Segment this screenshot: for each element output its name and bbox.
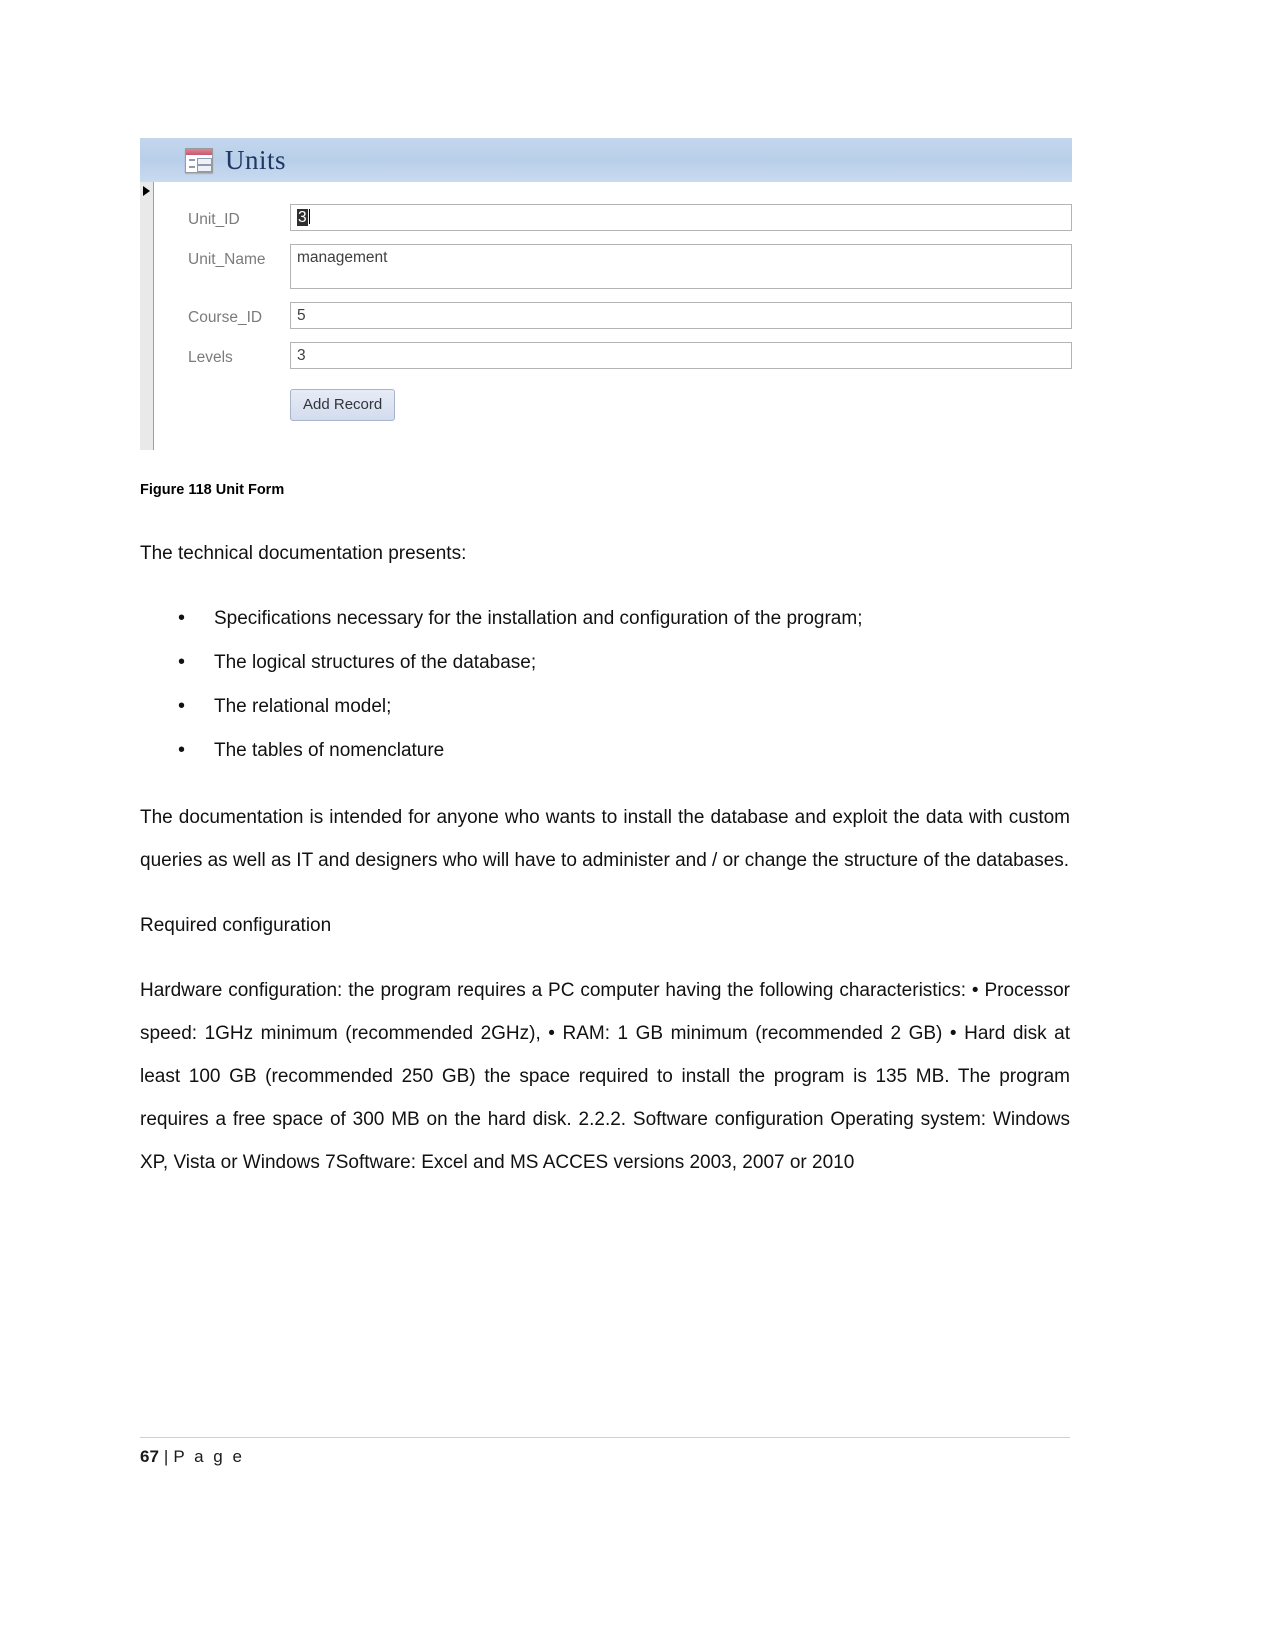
heading-required-configuration: Required configuration: [140, 915, 332, 936]
list-item-text: The relational model;: [214, 696, 392, 717]
text-caret: [308, 209, 310, 224]
record-arrow-icon: [143, 186, 150, 196]
form-button-row: Add Record: [140, 389, 1072, 421]
figure-caption: Figure 118 Unit Form: [140, 482, 285, 498]
bullet-icon: •: [178, 739, 186, 761]
figure-unit-form: Units Unit_ID 3 Unit_Name management Cou…: [140, 138, 1072, 461]
access-form-window: Units Unit_ID 3 Unit_Name management Cou…: [140, 138, 1072, 461]
unit-id-input[interactable]: 3: [290, 204, 1072, 231]
list-item: • The logical structures of the database;: [140, 641, 1070, 684]
field-row-levels: Levels 3: [140, 342, 1072, 369]
form-title: Units: [225, 144, 287, 175]
unit-name-input[interactable]: management: [290, 244, 1072, 289]
unit-id-value: 3: [297, 209, 308, 226]
footer-separator: |: [163, 1447, 169, 1466]
field-row-unit-name: Unit_Name management: [140, 244, 1072, 289]
field-row-course-id: Course_ID 5: [140, 302, 1072, 329]
documentation-bullet-list: • Specifications necessary for the instal…: [140, 597, 1070, 772]
footer-divider: [140, 1437, 1070, 1438]
course-id-input[interactable]: 5: [290, 302, 1072, 329]
list-item-text: The tables of nomenclature: [214, 740, 445, 761]
footer-page-word: P a g e: [173, 1447, 245, 1466]
paragraph-hardware-configuration: Hardware configuration: the program requ…: [140, 980, 1070, 1173]
document-page: Units Unit_ID 3 Unit_Name management Cou…: [0, 0, 1275, 1651]
access-form-icon: [185, 147, 213, 173]
bullet-icon: •: [178, 607, 186, 629]
list-item: • The tables of nomenclature: [140, 729, 1070, 772]
page-number: 67: [140, 1447, 159, 1466]
field-label-unit-id: Unit_ID: [188, 211, 240, 228]
list-item: • The relational model;: [140, 685, 1070, 728]
bullet-icon: •: [178, 695, 186, 717]
field-label-unit-name: Unit_Name: [188, 251, 266, 268]
form-body: Unit_ID 3 Unit_Name management Course_ID…: [140, 182, 1072, 461]
document-body: The technical documentation presents: • S…: [140, 532, 1070, 1206]
field-row-unit-id: Unit_ID 3: [140, 204, 1072, 231]
add-record-button[interactable]: Add Record: [290, 389, 396, 421]
field-label-levels: Levels: [188, 349, 233, 366]
list-item-text: The logical structures of the database;: [214, 652, 537, 673]
paragraph-intro: The technical documentation presents:: [140, 543, 467, 564]
bullet-icon: •: [178, 651, 186, 673]
record-selector[interactable]: [140, 182, 154, 450]
paragraph-audience: The documentation is intended for anyone…: [140, 807, 1070, 871]
list-item: • Specifications necessary for the instal…: [140, 597, 1070, 640]
page-footer: 67 | P a g e: [140, 1447, 244, 1467]
list-item-text: Specifications necessary for the install…: [214, 608, 863, 629]
levels-input[interactable]: 3: [290, 342, 1072, 369]
form-header: Units: [140, 138, 1072, 182]
field-label-course-id: Course_ID: [188, 309, 263, 326]
